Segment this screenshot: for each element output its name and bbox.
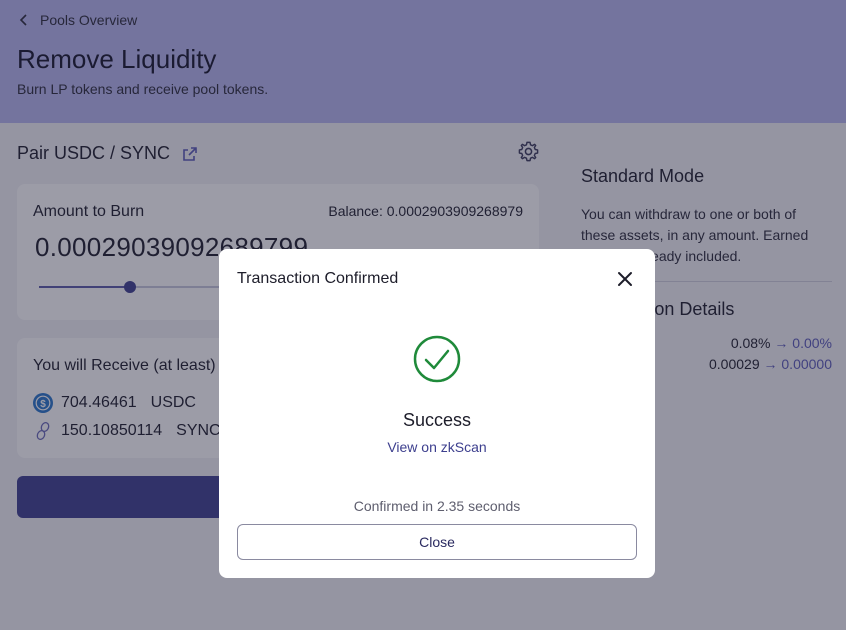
view-on-zkscan-label[interactable]: View on zkScan [387,439,486,455]
check-circle-icon [413,335,461,383]
transaction-confirmed-dialog: Transaction Confirmed Success View on zk… [219,249,655,578]
close-button[interactable]: Close [237,524,637,560]
dialog-title: Transaction Confirmed [237,270,399,287]
view-on-zkscan-link[interactable]: View on zkScan [219,439,655,455]
close-icon[interactable] [615,269,635,289]
success-status: Success [402,410,472,430]
confirmation-time: Confirmed in 2.35 seconds [353,498,521,514]
